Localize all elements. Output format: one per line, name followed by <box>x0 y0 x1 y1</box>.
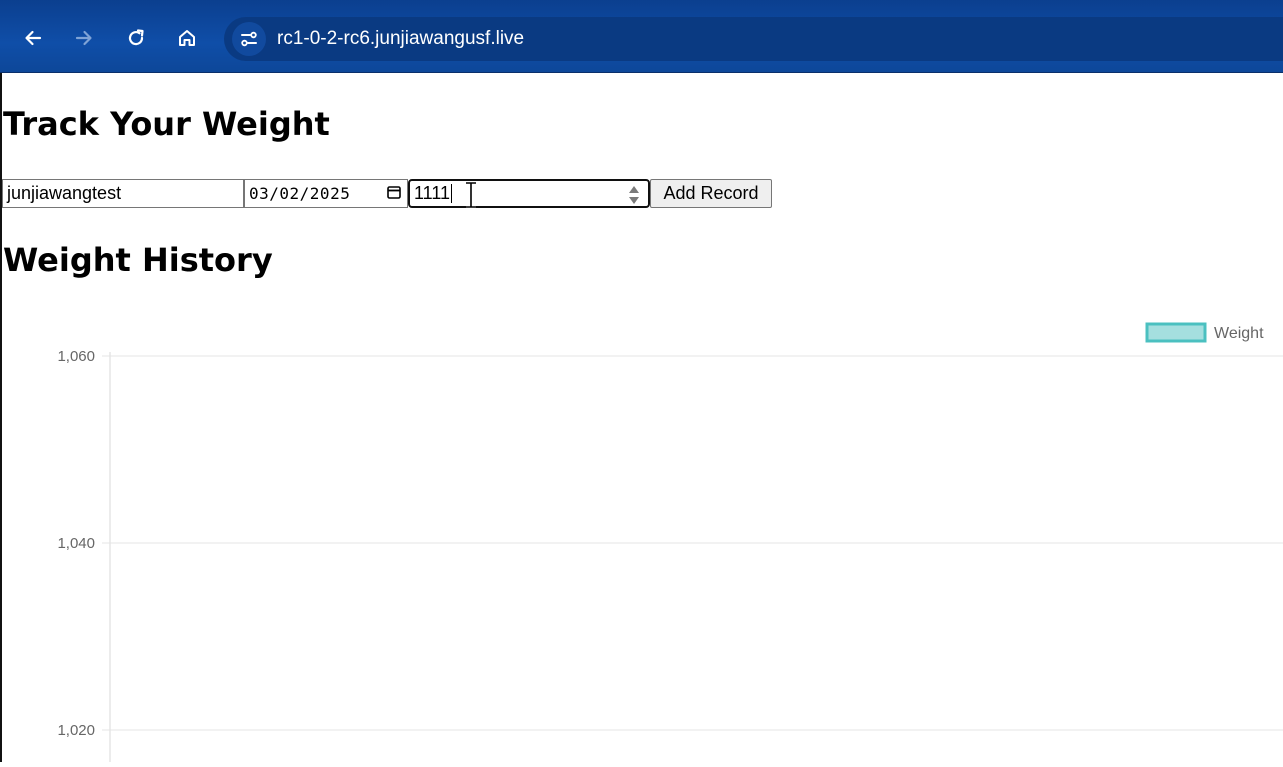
y-tick-label: 1,040 <box>57 535 95 552</box>
back-arrow-icon <box>25 30 42 46</box>
legend-label: Weight <box>1214 325 1264 342</box>
url-text[interactable]: rc1-0-2-rc6.junjiawangusf.live <box>277 28 524 50</box>
date-value: 03/02/2025 <box>249 184 351 203</box>
reload-button[interactable] <box>118 20 154 56</box>
back-button[interactable] <box>15 20 51 56</box>
username-value: junjiawangtest <box>7 183 122 203</box>
forward-button[interactable] <box>66 20 102 56</box>
weight-chart: 1,060 1,040 1,020 Weight <box>0 300 1283 762</box>
number-spinner-icon[interactable] <box>628 184 640 206</box>
home-icon <box>179 30 195 46</box>
y-tick-label: 1,060 <box>57 348 95 365</box>
home-button[interactable] <box>169 20 205 56</box>
weight-value: 1111 <box>414 183 451 203</box>
date-input[interactable]: 03/02/2025 <box>244 179 408 208</box>
username-input[interactable]: junjiawangtest <box>2 179 244 208</box>
text-caret <box>451 184 453 203</box>
text-cursor-icon <box>466 181 476 209</box>
site-info-icon <box>241 31 257 47</box>
add-record-button[interactable]: Add Record <box>650 179 772 208</box>
page-title: Track Your Weight <box>3 105 330 143</box>
site-info-button[interactable] <box>232 22 266 56</box>
browser-toolbar: rc1-0-2-rc6.junjiawangusf.live <box>0 0 1283 73</box>
y-tick-label: 1,020 <box>57 722 95 739</box>
weight-input[interactable]: 1111 <box>408 179 650 208</box>
forward-arrow-icon <box>75 30 92 46</box>
history-heading: Weight History <box>3 241 273 279</box>
weight-chart-canvas: 1,060 1,040 1,020 Weight <box>57 322 1283 762</box>
legend-swatch <box>1145 322 1207 343</box>
calendar-icon[interactable] <box>387 185 401 199</box>
reload-icon <box>128 29 144 46</box>
